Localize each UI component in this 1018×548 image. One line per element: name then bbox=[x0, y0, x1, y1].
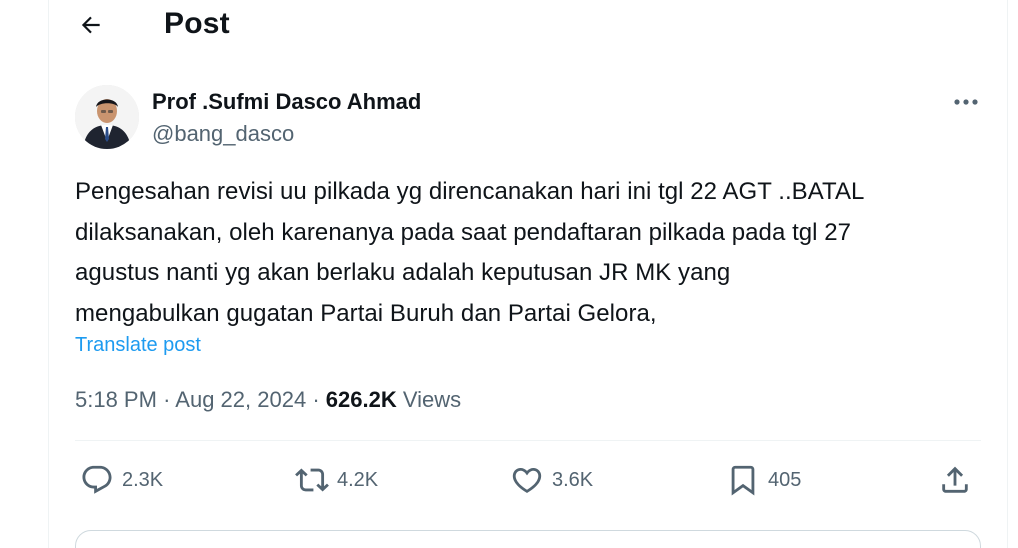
post-text: Pengesahan revisi uu pilkada yg direncan… bbox=[75, 172, 990, 334]
repost-count: 4.2K bbox=[337, 469, 379, 491]
meta-separator: · bbox=[312, 387, 320, 412]
meta-separator: · bbox=[163, 387, 171, 412]
reply-bubble-icon bbox=[82, 465, 112, 494]
more-horizontal-icon bbox=[954, 99, 978, 105]
share-icon bbox=[942, 466, 968, 493]
page-title: Post bbox=[164, 7, 230, 40]
post-page: Post Prof .Sufmi Dasco Ahmad @bang_dasco… bbox=[0, 0, 1018, 548]
arrow-left-icon bbox=[81, 16, 100, 34]
share-button[interactable] bbox=[938, 460, 972, 500]
back-button[interactable] bbox=[68, 5, 114, 45]
more-options-button[interactable] bbox=[944, 86, 988, 118]
views-label: Views bbox=[402, 387, 462, 412]
bookmark-button[interactable]: 405 bbox=[726, 460, 801, 500]
post-metadata: 5:18 PM · Aug 22, 2024 · 626.2K Views bbox=[75, 385, 461, 415]
post-text-line: dilaksanakan, oleh karenanya pada saat p… bbox=[75, 218, 852, 246]
like-count: 3.6K bbox=[552, 469, 594, 491]
post-text-line: mengabulkan gugatan Partai Buruh dan Par… bbox=[75, 299, 657, 327]
reply-count: 2.3K bbox=[122, 469, 164, 491]
post-text-line: Pengesahan revisi uu pilkada yg direncan… bbox=[75, 178, 865, 205]
post-time[interactable]: 5:18 PM bbox=[75, 387, 157, 412]
author-handle[interactable]: @bang_dasco bbox=[152, 120, 294, 148]
repost-icon bbox=[295, 468, 329, 492]
repost-button[interactable]: 4.2K bbox=[295, 460, 378, 500]
bookmark-count: 405 bbox=[768, 469, 802, 491]
avatar-photo bbox=[75, 85, 139, 149]
bookmark-icon bbox=[731, 465, 755, 496]
like-button[interactable]: 3.6K bbox=[510, 460, 593, 500]
translate-post-link[interactable]: Translate post bbox=[75, 331, 201, 359]
reply-composer[interactable] bbox=[75, 530, 981, 548]
reply-button[interactable]: 2.3K bbox=[80, 460, 163, 500]
views-count: 626.2K bbox=[325, 387, 397, 412]
author-name[interactable]: Prof .Sufmi Dasco Ahmad bbox=[152, 88, 421, 116]
post-text-line: agustus nanti yg akan berlaku adalah kep… bbox=[75, 259, 731, 286]
heart-icon bbox=[512, 467, 542, 493]
avatar[interactable] bbox=[75, 85, 139, 149]
post-date[interactable]: Aug 22, 2024 bbox=[175, 387, 306, 412]
divider bbox=[75, 440, 981, 441]
